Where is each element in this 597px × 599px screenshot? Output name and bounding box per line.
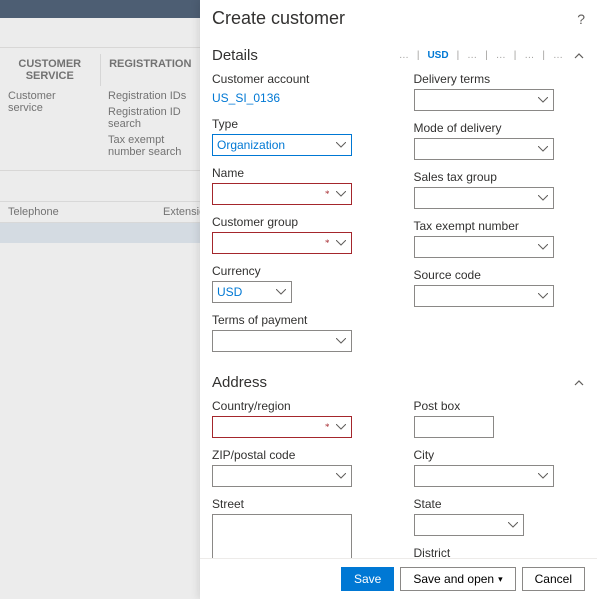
label-type: Type — [212, 117, 384, 131]
bg-link-tax-exempt-search: Tax exempt number search — [108, 132, 192, 160]
section-title-details: Details — [212, 47, 397, 64]
sales-tax-group-select[interactable] — [414, 187, 554, 209]
label-customer-account: Customer account — [212, 72, 384, 86]
label-currency: Currency — [212, 264, 384, 278]
pill-3: … — [465, 50, 479, 61]
label-district: District — [414, 546, 586, 558]
street-textarea[interactable] — [212, 514, 352, 558]
bg-grid-header: Telephone Extension — [0, 201, 200, 223]
section-details: Details …| USD| …| …| …| … Customer acco… — [212, 43, 585, 362]
label-customer-group: Customer group — [212, 215, 384, 229]
label-country: Country/region — [212, 399, 384, 413]
label-postbox: Post box — [414, 399, 586, 413]
bg-nav-tabs: CUSTOMER SERVICE REGISTRATION — [0, 48, 200, 86]
section-address: Address Country/region ZIP/postal code S… — [212, 370, 585, 558]
bg-grid-row — [0, 223, 200, 243]
label-street: Street — [212, 497, 384, 511]
terms-payment-select[interactable] — [212, 330, 352, 352]
panel-body[interactable]: Details …| USD| …| …| …| … Customer acco… — [200, 35, 597, 558]
save-button[interactable]: Save — [341, 567, 394, 591]
bg-links: Customer service Registration IDs Regist… — [0, 86, 200, 171]
bg-link-reg-id-search: Registration ID search — [108, 104, 192, 132]
pill-4: … — [494, 50, 508, 61]
label-sales-tax-group: Sales tax group — [414, 170, 586, 184]
city-select[interactable] — [414, 465, 554, 487]
collapse-address-icon[interactable] — [573, 377, 585, 389]
chevron-down-icon: ▾ — [498, 574, 503, 585]
section-title-address: Address — [212, 374, 573, 391]
zip-select[interactable] — [212, 465, 352, 487]
panel-title: Create customer — [212, 8, 577, 29]
label-zip: ZIP/postal code — [212, 448, 384, 462]
bg-link-reg-ids: Registration IDs — [108, 88, 192, 104]
delivery-terms-select[interactable] — [414, 89, 554, 111]
collapse-details-icon[interactable] — [573, 50, 585, 62]
save-and-open-button[interactable]: Save and open ▾ — [400, 567, 515, 591]
bg-tab-registration: REGISTRATION — [101, 54, 201, 86]
label-delivery-terms: Delivery terms — [414, 72, 586, 86]
pill-6: … — [551, 50, 565, 61]
cancel-button[interactable]: Cancel — [522, 567, 585, 591]
type-select[interactable]: Organization — [212, 134, 352, 156]
name-input[interactable] — [212, 183, 352, 205]
tax-exempt-select[interactable] — [414, 236, 554, 258]
pill-1: … — [397, 50, 411, 61]
label-state: State — [414, 497, 586, 511]
save-open-label: Save and open — [413, 572, 494, 586]
value-customer-account: US_SI_0136 — [212, 89, 384, 107]
pill-5: … — [522, 50, 536, 61]
bg-col-telephone: Telephone — [8, 206, 163, 218]
bg-link-customer-service: Customer service — [8, 88, 92, 116]
app-header-bar — [0, 0, 200, 18]
detail-pills: …| USD| …| …| …| … — [397, 50, 565, 61]
customer-group-select[interactable] — [212, 232, 352, 254]
mode-delivery-select[interactable] — [414, 138, 554, 160]
pill-usd: USD — [425, 50, 450, 61]
help-icon[interactable]: ? — [577, 11, 585, 27]
label-source-code: Source code — [414, 268, 586, 282]
label-name: Name — [212, 166, 384, 180]
bg-spacer — [0, 18, 200, 48]
bg-tab-customer-service: CUSTOMER SERVICE — [0, 54, 101, 86]
label-tax-exempt: Tax exempt number — [414, 219, 586, 233]
source-code-select[interactable] — [414, 285, 554, 307]
postbox-input[interactable] — [414, 416, 494, 438]
label-mode-delivery: Mode of delivery — [414, 121, 586, 135]
country-select[interactable] — [212, 416, 352, 438]
state-select[interactable] — [414, 514, 524, 536]
currency-select[interactable]: USD — [212, 281, 292, 303]
label-terms-payment: Terms of payment — [212, 313, 384, 327]
label-city: City — [414, 448, 586, 462]
create-customer-panel: Create customer ? Details …| USD| …| …| … — [200, 0, 597, 599]
background-page: CUSTOMER SERVICE REGISTRATION Customer s… — [0, 0, 200, 599]
panel-footer: Save Save and open ▾ Cancel — [200, 558, 597, 599]
